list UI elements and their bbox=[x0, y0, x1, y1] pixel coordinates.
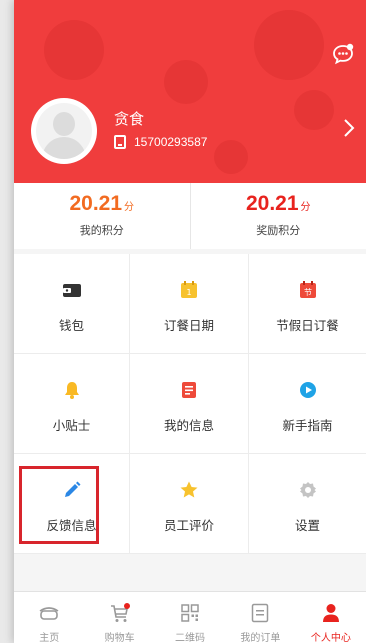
my-points-value: 20.21 bbox=[69, 192, 123, 215]
person-icon bbox=[320, 602, 342, 624]
menu-item-wallet[interactable]: 钱包 bbox=[14, 254, 130, 354]
reward-points-value: 20.21 bbox=[245, 192, 299, 215]
info-document-icon bbox=[179, 380, 199, 400]
menu-item-label: 钱包 bbox=[58, 319, 84, 333]
order-list-icon bbox=[249, 602, 271, 624]
feature-grid: 钱包 1 订餐日期 节 节假日订餐 小贴士 我的信息 新手指南 反馈信息 员工评… bbox=[14, 254, 366, 554]
reward-points-label: 奖励积分 bbox=[256, 225, 301, 237]
menu-item-label: 订餐日期 bbox=[163, 319, 214, 333]
menu-item-label: 新手指南 bbox=[282, 419, 333, 433]
chat-bubble-icon[interactable] bbox=[332, 43, 354, 65]
tab-home[interactable]: 主页 bbox=[14, 592, 84, 643]
tab-label: 二维码 bbox=[175, 633, 206, 643]
tab-cart[interactable]: 购物车 bbox=[84, 592, 154, 643]
pencil-icon bbox=[62, 480, 82, 500]
star-icon bbox=[179, 480, 199, 500]
menu-item-holiday-order[interactable]: 节 节假日订餐 bbox=[249, 254, 366, 354]
my-points-unit: 分 bbox=[124, 202, 135, 213]
tab-label: 我的订单 bbox=[240, 633, 281, 643]
tab-label: 购物车 bbox=[104, 633, 135, 643]
holiday-calendar-icon: 节 bbox=[298, 280, 318, 300]
points-summary: 20.21 分 我的积分 20.21 分 奖励积分 bbox=[14, 183, 366, 249]
holiday-badge: 节 bbox=[304, 288, 312, 297]
phone-screen: 贪食 15700293587 20.21 分 我的积分 20.21 分 奖励积分 钱… bbox=[14, 0, 366, 643]
menu-item-feedback[interactable]: 反馈信息 bbox=[14, 454, 130, 554]
tab-personal-center[interactable]: 个人中心 bbox=[296, 592, 366, 643]
qr-code-icon bbox=[179, 602, 201, 624]
avatar[interactable] bbox=[31, 98, 97, 164]
menu-item-guide[interactable]: 新手指南 bbox=[249, 354, 366, 454]
chevron-right-icon[interactable] bbox=[340, 116, 358, 140]
menu-item-label: 我的信息 bbox=[163, 419, 214, 433]
cart-icon bbox=[109, 602, 131, 624]
reward-points-unit: 分 bbox=[300, 202, 311, 213]
my-points[interactable]: 20.21 分 我的积分 bbox=[14, 183, 190, 249]
calendar-icon: 1 bbox=[179, 280, 199, 300]
menu-item-label: 反馈信息 bbox=[46, 519, 97, 533]
tab-my-orders[interactable]: 我的订单 bbox=[225, 592, 295, 643]
bell-icon bbox=[62, 380, 82, 400]
home-icon bbox=[38, 602, 60, 624]
phone-number: 15700293587 bbox=[134, 135, 208, 149]
tab-qr-code[interactable]: 二维码 bbox=[155, 592, 225, 643]
profile-header: 贪食 15700293587 bbox=[14, 0, 366, 183]
menu-item-my-info[interactable]: 我的信息 bbox=[130, 354, 249, 454]
user-name: 贪食 bbox=[114, 111, 145, 128]
tab-label: 个人中心 bbox=[310, 633, 351, 643]
phone-number-row: 15700293587 bbox=[114, 133, 207, 151]
guide-play-icon bbox=[298, 380, 318, 400]
menu-item-settings[interactable]: 设置 bbox=[249, 454, 366, 554]
tab-label: 主页 bbox=[39, 633, 60, 643]
menu-item-label: 节假日订餐 bbox=[276, 319, 339, 333]
reward-points[interactable]: 20.21 分 奖励积分 bbox=[189, 183, 366, 249]
wallet-icon bbox=[62, 280, 82, 300]
menu-item-label: 小贴士 bbox=[52, 419, 91, 433]
menu-item-label: 员工评价 bbox=[163, 519, 214, 533]
menu-item-label: 设置 bbox=[294, 519, 320, 533]
menu-item-tips[interactable]: 小贴士 bbox=[14, 354, 130, 454]
mobile-phone-icon bbox=[114, 135, 126, 149]
gear-icon bbox=[298, 480, 318, 500]
bottom-tab-bar: 主页 购物车 二维码 我的订单 个人中心 bbox=[14, 591, 366, 643]
calendar-badge: 1 bbox=[186, 288, 191, 297]
my-points-label: 我的积分 bbox=[79, 225, 124, 237]
menu-item-order-date[interactable]: 1 订餐日期 bbox=[130, 254, 249, 354]
menu-item-staff-review[interactable]: 员工评价 bbox=[130, 454, 249, 554]
